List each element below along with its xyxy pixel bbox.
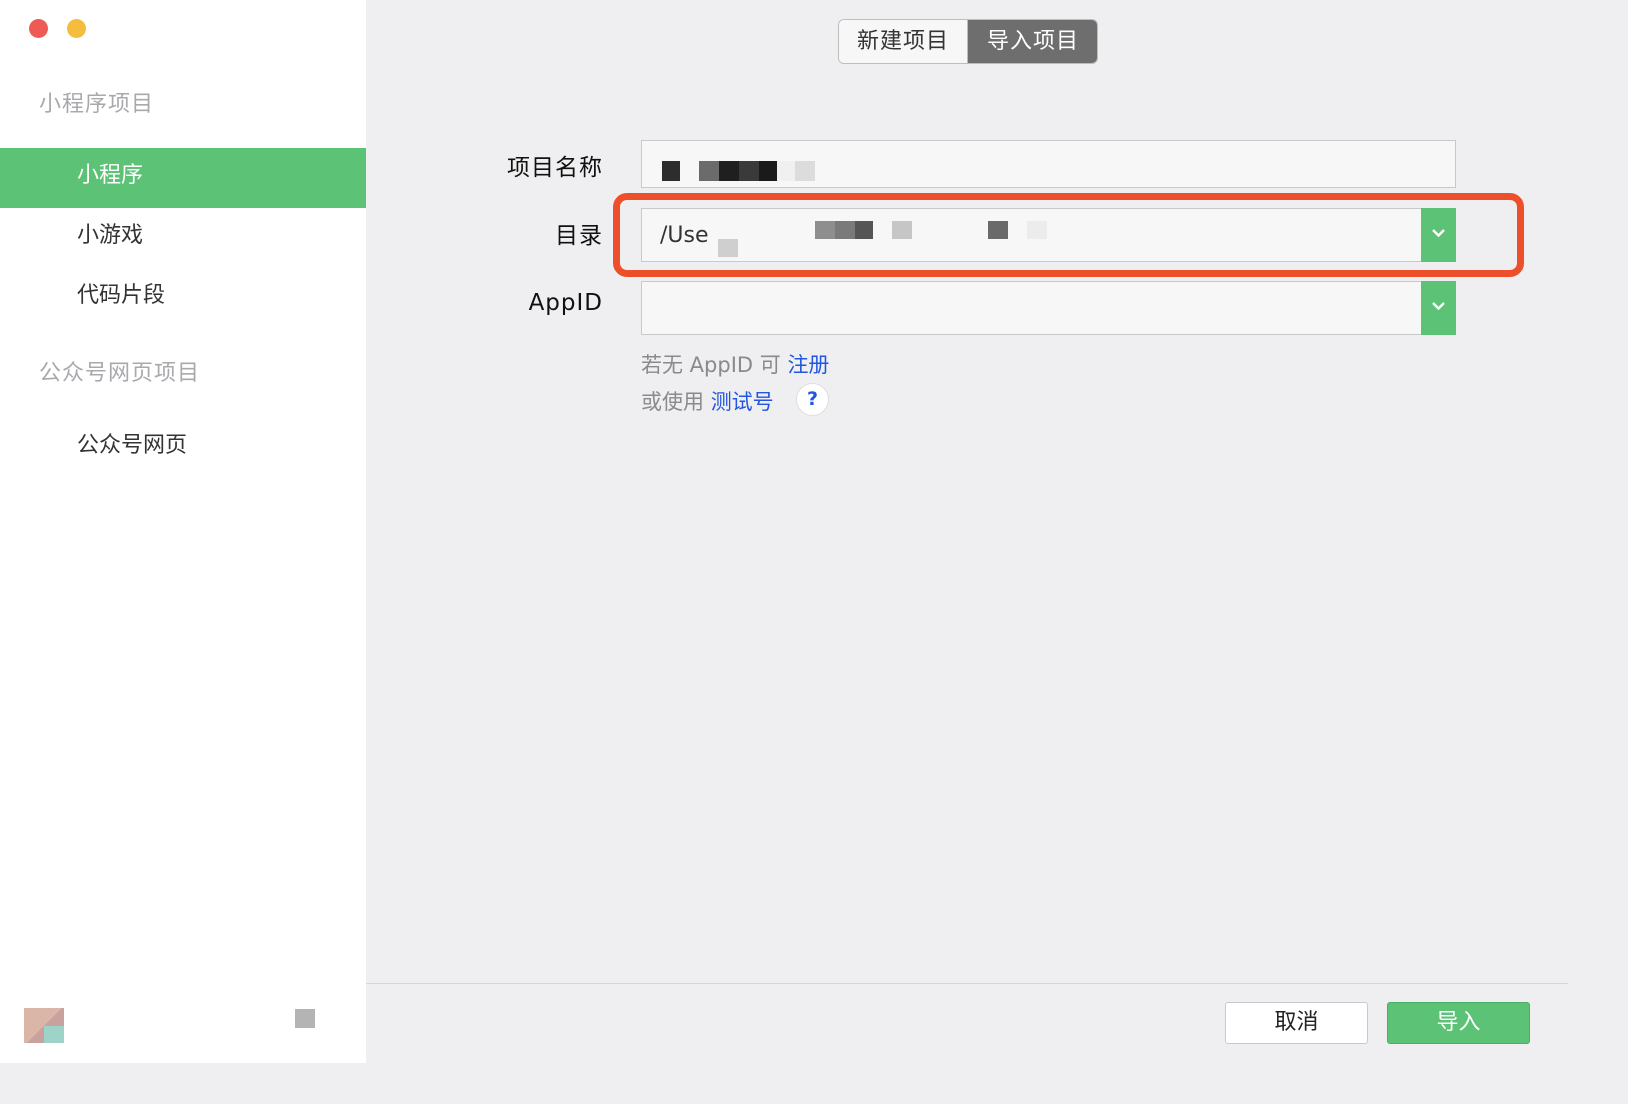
redacted-pixel (719, 161, 739, 181)
help-icon[interactable]: ? (796, 383, 829, 416)
sidebar-item-minigame[interactable]: 小游戏 (0, 208, 366, 268)
chevron-down-icon (1432, 302, 1445, 311)
settings-icon[interactable] (295, 1009, 315, 1028)
project-name-input[interactable] (641, 140, 1456, 188)
redacted-pixel (739, 161, 759, 181)
redacted-pixel (759, 161, 777, 181)
sidebar-item-official-webpage[interactable]: 公众号网页 (0, 418, 366, 478)
import-button[interactable]: 导入 (1387, 1002, 1530, 1044)
directory-label: 目录 (555, 223, 603, 249)
no-appid-text: 若无 AppID 可 (641, 353, 781, 377)
section-official-account-projects: 公众号网页项目 (39, 361, 201, 386)
sidebar-item-miniprogram[interactable]: 小程序 (0, 148, 366, 208)
redacted-pixel (795, 161, 815, 181)
tab-import-project[interactable]: 导入项目 (968, 20, 1097, 63)
appid-dropdown-button[interactable] (1421, 281, 1456, 335)
tab-new-project[interactable]: 新建项目 (839, 20, 968, 63)
sidebar-item-code-snippet[interactable]: 代码片段 (0, 268, 366, 328)
footer-divider (366, 983, 1568, 984)
avatar[interactable] (24, 1008, 64, 1043)
project-name-label: 项目名称 (507, 155, 603, 181)
directory-highlight-box (613, 193, 1524, 277)
cancel-button[interactable]: 取消 (1225, 1002, 1368, 1044)
close-window-button[interactable] (29, 19, 48, 38)
project-mode-tabs: 新建项目 导入项目 (838, 19, 1098, 64)
redacted-pixel (662, 161, 680, 181)
section-miniprogram-projects: 小程序项目 (39, 92, 155, 117)
redacted-pixel (777, 161, 795, 181)
sidebar: 小程序项目 小程序 小游戏 代码片段 公众号网页项目 公众号网页 (0, 0, 366, 1063)
minimize-window-button[interactable] (67, 19, 86, 38)
test-account-link[interactable]: 测试号 (711, 390, 774, 414)
redacted-pixel (699, 161, 719, 181)
use-text: 或使用 (641, 390, 704, 414)
register-link[interactable]: 注册 (787, 353, 829, 377)
appid-label: AppID (528, 290, 603, 316)
appid-select[interactable] (641, 281, 1456, 335)
test-account-hint: 或使用 测试号 (641, 386, 774, 416)
no-appid-hint: 若无 AppID 可 注册 (641, 349, 829, 379)
